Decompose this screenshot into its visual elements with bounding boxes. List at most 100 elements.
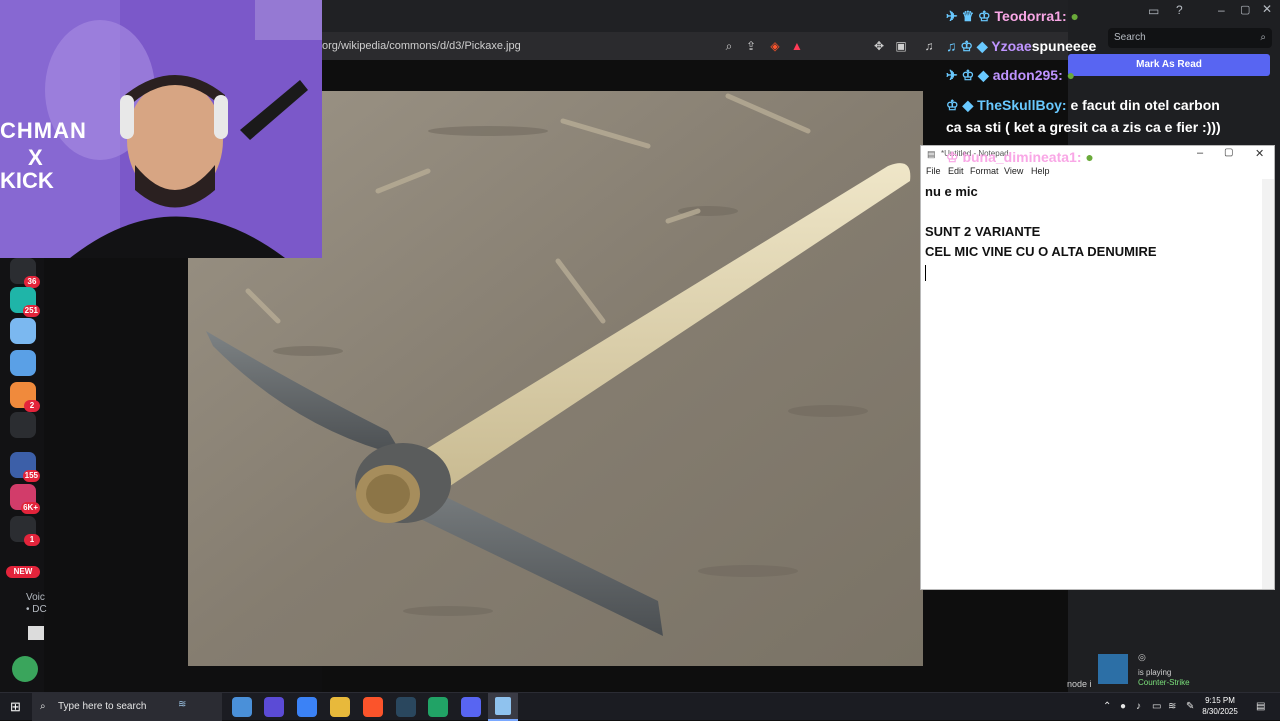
mode-hint: node i [1067, 679, 1092, 689]
menu-format[interactable]: Format [970, 166, 999, 176]
notepad-taskbar-icon [495, 697, 511, 715]
taskbar-search-input[interactable]: ⌕ Type here to search ≋ [32, 693, 222, 721]
chat-line-2: ♫ ♔ ◆ Yzoaespuneeee [946, 36, 1096, 56]
mark-as-read-button[interactable]: Mark As Read [1068, 54, 1270, 76]
taskbar-clock[interactable]: 9:15 PM 8/30/2025 [1198, 695, 1242, 717]
network-icon[interactable]: ▭ [1152, 701, 1161, 712]
file-explorer-icon[interactable] [330, 697, 350, 717]
minimize-icon[interactable]: – [1218, 3, 1225, 17]
server-icon-4[interactable] [10, 350, 36, 376]
chat-badge-icon: ♫ ♔ ◆ [946, 38, 992, 54]
clock-date: 8/30/2025 [1202, 707, 1238, 716]
clock-time: 9:15 PM [1205, 696, 1235, 705]
game-name: Counter-Strike [1138, 678, 1190, 687]
voice-label-1: Voic [26, 592, 45, 603]
notepad-text-area[interactable]: nu e mic SUNT 2 VARIANTE CEL MIC VINE CU… [925, 182, 1265, 282]
chat-username[interactable]: buna_dimineata1: [962, 149, 1081, 165]
share-icon[interactable]: ⇪ [742, 37, 760, 55]
webcam-overlay: CHMAN X KICK [0, 0, 322, 258]
chat-username[interactable]: addon295: [993, 67, 1063, 83]
new-badge: NEW [6, 566, 40, 578]
discord-taskbar-icon[interactable] [461, 697, 481, 717]
windows-start-icon[interactable]: ⊞ [10, 699, 21, 715]
chat-line-4: ♔ ◆ TheSkullBoy: e facut din otel carbon [946, 95, 1220, 115]
game-thumbnail [1098, 654, 1128, 684]
menu-edit[interactable]: Edit [948, 166, 964, 176]
steam-icon: ◎ [1138, 652, 1146, 662]
notepad-window: ▤ *Untitled - Notepad – ▢ ✕ File Edit Fo… [920, 145, 1275, 590]
brave-shield-icon[interactable]: ◈ [766, 37, 784, 55]
pen-icon[interactable]: ✎ [1186, 701, 1194, 712]
menu-view[interactable]: View [1004, 166, 1023, 176]
steam-taskbar-icon[interactable] [396, 697, 416, 717]
chat-badge-icon: ♔ ◆ [946, 97, 978, 113]
notepad-close-icon[interactable]: ✕ [1255, 147, 1264, 160]
help-icon[interactable]: ? [1176, 3, 1183, 17]
server-icon-3[interactable] [10, 318, 36, 344]
voice-status[interactable]: Voic • DC [26, 592, 47, 616]
chat-message: ca sa sti ( ket a gresit ca a zis ca e f… [946, 119, 1221, 135]
text-cursor [925, 264, 926, 281]
game-status: is playing [1138, 668, 1172, 677]
notepad-maximize-icon[interactable]: ▢ [1224, 147, 1233, 158]
sidebar-icon[interactable]: ▣ [892, 37, 910, 55]
chat-message: e facut din otel carbon [1070, 97, 1220, 113]
text-line [925, 262, 1265, 282]
poster-text-1: CHMAN [0, 118, 87, 143]
notification-icon[interactable]: ▤ [1256, 701, 1265, 712]
zoom-icon[interactable]: ⌕ [720, 37, 738, 55]
chat-badge-icon: ✈ ♛ ♔ [946, 8, 995, 24]
voice-label-2: • DC [26, 604, 47, 615]
menu-help[interactable]: Help [1031, 166, 1050, 176]
text-line: CEL MIC VINE CU O ALTA DENUMIRE [925, 244, 1157, 259]
server-icon-7[interactable]: 155 [10, 452, 40, 482]
notepad-minimize-icon[interactable]: – [1197, 147, 1203, 159]
notepad-taskbar-button[interactable] [488, 693, 518, 721]
music-icon[interactable]: ♫ [920, 37, 938, 55]
task-view-icon[interactable] [232, 697, 252, 717]
edge-copilot-icon[interactable] [297, 697, 317, 717]
copilot-icon[interactable] [264, 697, 284, 717]
server-icon-8[interactable]: 6K+ [10, 484, 40, 514]
volume-icon[interactable]: ♪ [1136, 701, 1141, 712]
taskbar-search-placeholder: Type here to search [58, 701, 147, 712]
text-line: SUNT 2 VARIANTE [925, 224, 1041, 239]
screen-share-icon[interactable] [28, 626, 44, 640]
taskbar: ⊞ ⌕ Type here to search ≋ ⌃ ● ♪ ▭ ≋ ✎ 9:… [0, 692, 1280, 721]
server-icon-1[interactable]: 36 [10, 258, 40, 288]
server-icon-9[interactable]: 1 [10, 516, 40, 546]
emote-icon: ● [1066, 67, 1076, 83]
wifi-icon[interactable]: ≋ [1168, 701, 1176, 712]
maximize-icon[interactable]: ▢ [1240, 3, 1250, 16]
text-line: nu e mic [925, 184, 978, 199]
chat-line-3: ✈ ♔ ◆ addon295: ● [946, 65, 1075, 85]
microphone-icon[interactable]: ● [1120, 701, 1126, 712]
notepad-scrollbar[interactable] [1262, 179, 1274, 589]
url-text[interactable]: org/wikipedia/commons/d/d3/Pickaxe.jpg [322, 32, 521, 60]
server-icon-5[interactable]: 2 [10, 382, 40, 412]
close-icon[interactable]: ✕ [1262, 2, 1272, 16]
taskbar-search-icon: ⌕ [40, 701, 46, 712]
brave-browser-icon[interactable] [363, 697, 383, 717]
search-icon: ⌕ [1260, 32, 1266, 43]
server-icon-6[interactable] [10, 412, 36, 438]
inbox-icon[interactable]: ▭ [1148, 4, 1159, 18]
poster-text-3: KICK [0, 168, 54, 193]
chat-line-5: ca sa sti ( ket a gresit ca a zis ca e f… [946, 117, 1221, 137]
chat-username[interactable]: Teodorra1: [995, 8, 1067, 24]
server-icon-2[interactable]: 251 [10, 287, 40, 317]
extensions-icon[interactable]: ✥ [870, 37, 888, 55]
excel-icon[interactable] [428, 697, 448, 717]
chat-username[interactable]: TheSkullBoy: [977, 97, 1066, 113]
chat-username[interactable]: Yzoae [991, 38, 1031, 54]
tray-overflow-icon[interactable]: ⌃ [1103, 701, 1111, 712]
emote-icon: ● [1070, 8, 1079, 24]
game-activity-widget[interactable]: ◎ is playing Counter-Strike [1096, 652, 1270, 688]
discord-search-input[interactable]: Search ⌕ [1108, 28, 1272, 48]
chat-line-6: ♔ buna_dimineata1: ● [946, 147, 1094, 167]
text-line [925, 202, 1265, 222]
user-avatar[interactable] [12, 656, 38, 682]
menu-file[interactable]: File [926, 166, 941, 176]
brave-rewards-icon[interactable]: ▲ [788, 37, 806, 55]
search-highlight-icon: ≋ [178, 699, 187, 710]
